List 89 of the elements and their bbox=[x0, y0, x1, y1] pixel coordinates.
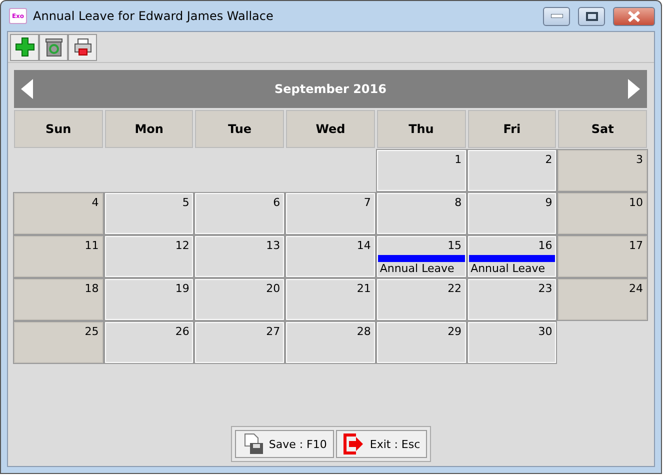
close-button[interactable] bbox=[613, 6, 655, 26]
day-number: 23 bbox=[538, 281, 554, 295]
next-month-button[interactable] bbox=[626, 78, 641, 100]
day-cell[interactable]: 1 bbox=[376, 150, 466, 191]
day-cell[interactable]: 15 Annual Leave bbox=[376, 236, 466, 277]
day-cell[interactable]: 12 bbox=[104, 236, 194, 277]
day-number: 14 bbox=[356, 238, 372, 252]
minimize-icon bbox=[550, 14, 562, 18]
day-number: 5 bbox=[182, 195, 190, 209]
printer-icon bbox=[72, 37, 92, 57]
day-number: 7 bbox=[364, 195, 372, 209]
day-cell[interactable]: 4 bbox=[14, 193, 103, 234]
day-cell[interactable]: 17 bbox=[558, 236, 647, 277]
day-cell[interactable]: 28 bbox=[286, 322, 375, 363]
day-cell[interactable]: 6 bbox=[195, 193, 284, 234]
previous-month-button[interactable] bbox=[20, 78, 34, 100]
save-icon bbox=[242, 433, 264, 455]
bin-icon bbox=[44, 37, 64, 57]
event-label: Annual Leave bbox=[378, 262, 456, 275]
refresh-button[interactable] bbox=[39, 34, 68, 60]
day-cell[interactable]: 21 bbox=[286, 279, 375, 320]
day-cell[interactable]: 29 bbox=[376, 322, 466, 363]
day-number: 6 bbox=[273, 195, 282, 209]
day-cell[interactable]: 13 bbox=[195, 236, 284, 277]
weekday-header: Tue bbox=[195, 110, 284, 148]
weekday-header: Sun bbox=[14, 110, 103, 148]
month-title: September 2016 bbox=[274, 82, 386, 96]
day-number: 2 bbox=[545, 152, 554, 166]
day-number: 4 bbox=[92, 195, 100, 209]
day-number: 21 bbox=[356, 281, 372, 295]
day-number: 9 bbox=[545, 195, 554, 209]
weekday-header: Sat bbox=[558, 110, 647, 148]
exit-button[interactable]: Exit : Esc bbox=[336, 430, 428, 458]
day-cell[interactable]: 7 bbox=[286, 193, 375, 234]
day-number: 24 bbox=[629, 281, 644, 295]
day-number: 17 bbox=[629, 238, 644, 252]
window-title: Annual Leave for Edward James Wallace bbox=[33, 9, 274, 23]
day-cell[interactable]: 24 bbox=[558, 279, 647, 320]
day-cell[interactable]: 26 bbox=[104, 322, 194, 363]
add-button[interactable] bbox=[10, 34, 39, 60]
day-number: 3 bbox=[636, 152, 644, 166]
day-number: 25 bbox=[84, 324, 100, 338]
weekday-header: Thu bbox=[376, 110, 466, 148]
save-button[interactable]: Save : F10 bbox=[234, 430, 334, 458]
day-number: 26 bbox=[175, 324, 190, 338]
day-cell[interactable]: 27 bbox=[195, 322, 284, 363]
day-cell[interactable]: 18 bbox=[14, 279, 103, 320]
day-cell[interactable]: 8 bbox=[376, 193, 466, 234]
day-cell[interactable]: 23 bbox=[468, 279, 556, 320]
day-number: 18 bbox=[84, 281, 100, 295]
day-cell[interactable]: 5 bbox=[104, 193, 194, 234]
day-number: 16 bbox=[538, 238, 554, 252]
minimize-button[interactable] bbox=[543, 6, 570, 26]
day-cell[interactable]: 30 bbox=[468, 322, 556, 363]
plus-icon bbox=[14, 37, 34, 57]
close-icon bbox=[627, 10, 641, 22]
print-button[interactable] bbox=[68, 34, 97, 60]
day-cell[interactable]: 19 bbox=[104, 279, 194, 320]
day-cell[interactable]: 16 Annual Leave bbox=[468, 236, 556, 277]
day-number: 12 bbox=[175, 238, 190, 252]
day-number: 8 bbox=[454, 195, 463, 209]
day-number: 22 bbox=[448, 281, 463, 295]
day-number: 19 bbox=[175, 281, 190, 295]
day-number: 10 bbox=[629, 195, 644, 209]
day-cell[interactable]: 9 bbox=[468, 193, 556, 234]
day-number: 30 bbox=[538, 324, 554, 338]
day-number: 27 bbox=[266, 324, 282, 338]
weekday-header: Mon bbox=[104, 110, 194, 148]
day-number: 1 bbox=[454, 152, 463, 166]
day-cell[interactable]: 11 bbox=[14, 236, 103, 277]
weekday-header: Wed bbox=[286, 110, 375, 148]
day-cell[interactable]: 14 bbox=[286, 236, 375, 277]
event-label: Annual Leave bbox=[470, 262, 546, 275]
maximize-icon bbox=[586, 12, 598, 20]
day-number: 15 bbox=[448, 238, 463, 252]
exit-icon bbox=[342, 433, 365, 455]
day-number: 11 bbox=[84, 238, 100, 252]
day-cell[interactable]: 3 bbox=[558, 150, 647, 191]
day-cell[interactable]: 22 bbox=[376, 279, 466, 320]
day-cell[interactable]: 2 bbox=[468, 150, 556, 191]
day-cell[interactable]: 10 bbox=[558, 193, 647, 234]
day-number: 20 bbox=[266, 281, 282, 295]
day-number: 28 bbox=[356, 324, 372, 338]
day-cell[interactable]: 25 bbox=[14, 322, 103, 363]
day-cell[interactable]: 20 bbox=[195, 279, 284, 320]
day-number: 29 bbox=[448, 324, 463, 338]
maximize-button[interactable] bbox=[578, 6, 605, 26]
day-number: 13 bbox=[266, 238, 282, 252]
weekday-header: Fri bbox=[468, 110, 556, 148]
